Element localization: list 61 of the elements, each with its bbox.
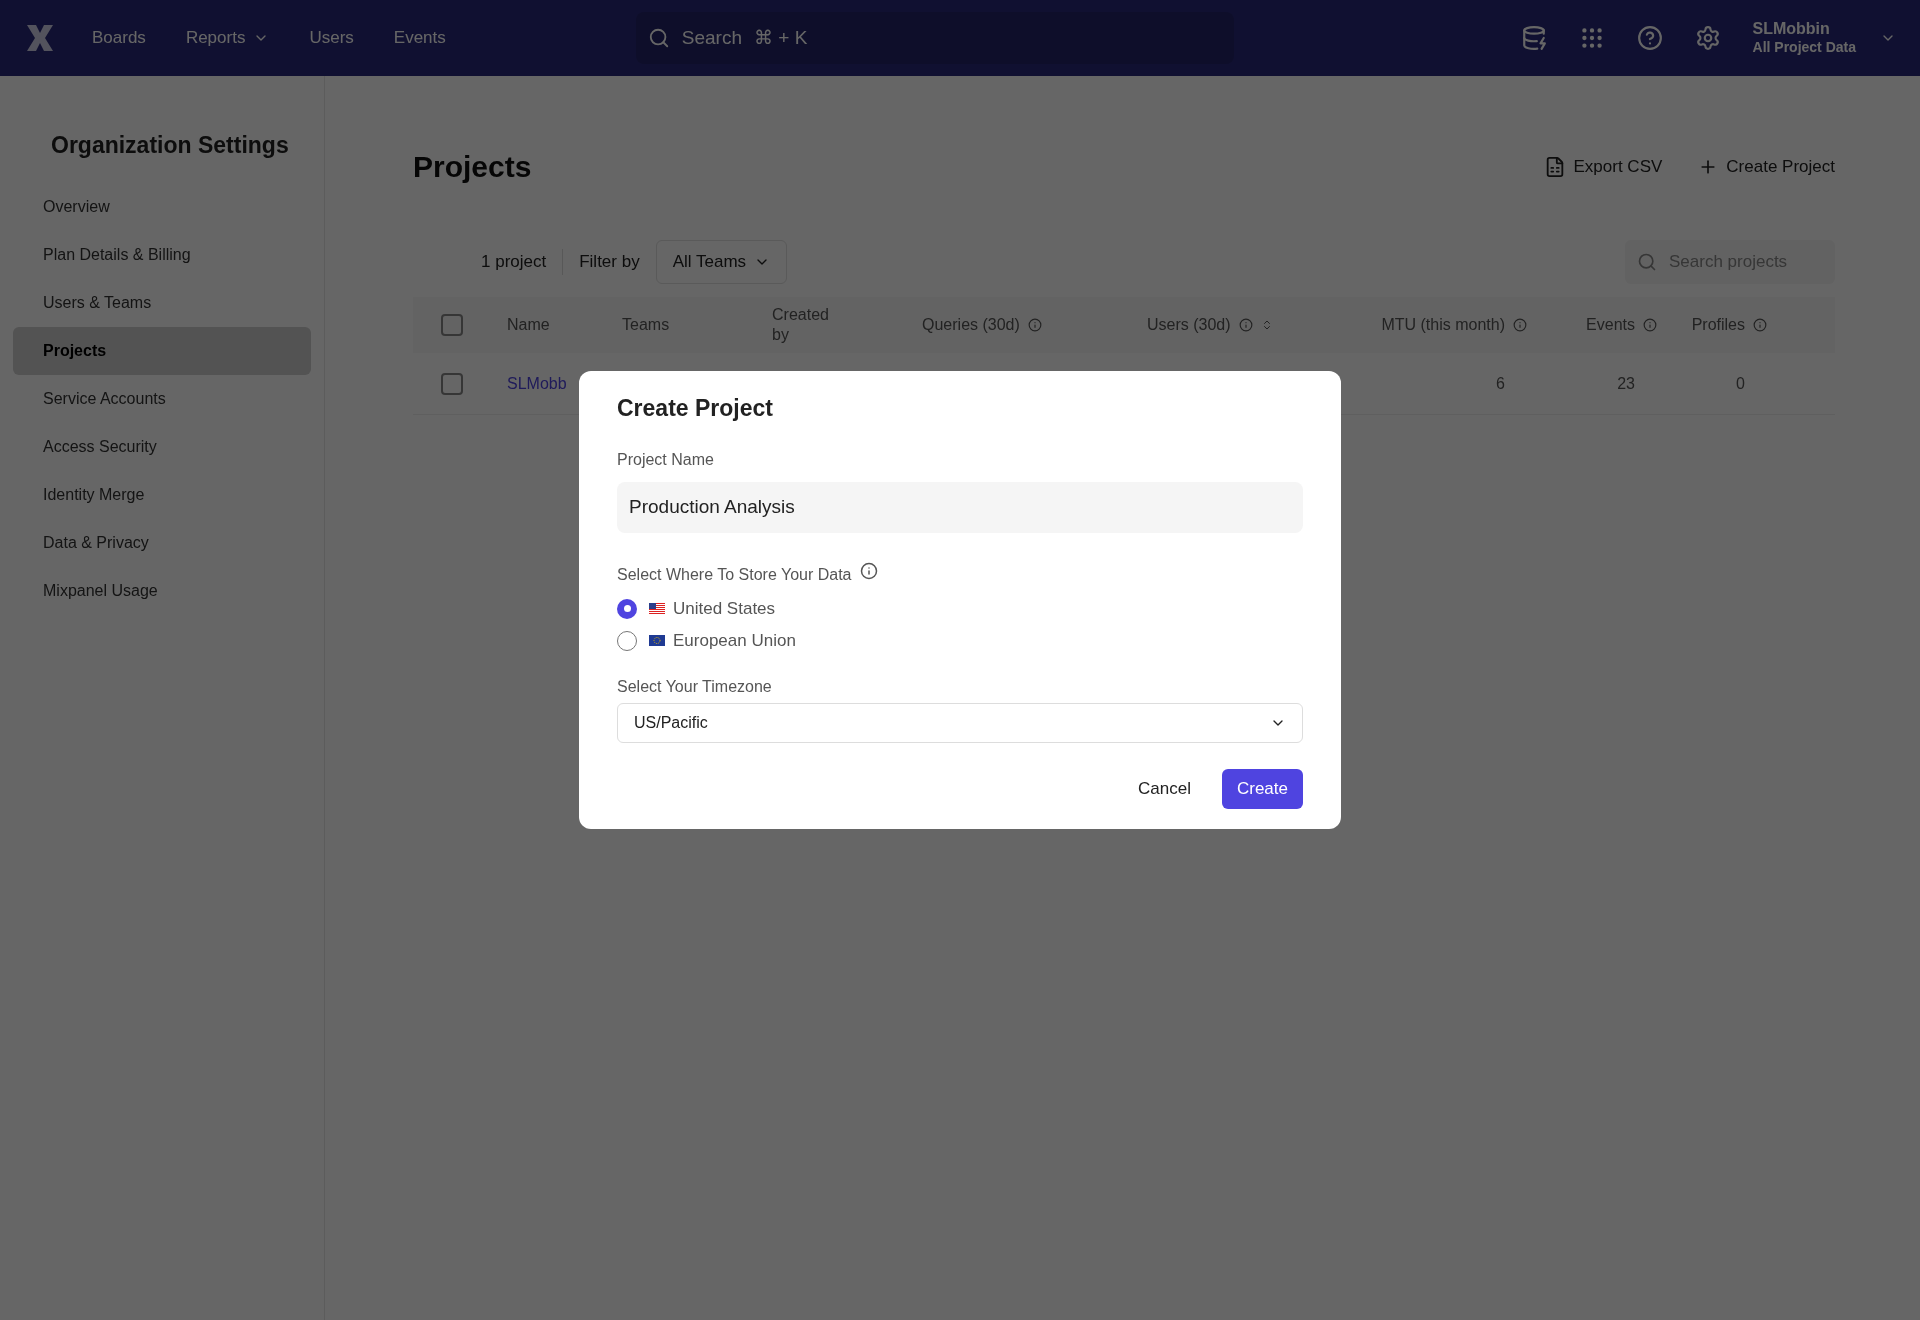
- sidebar-item[interactable]: Data & Privacy: [13, 518, 311, 567]
- logo-icon: [24, 22, 56, 54]
- sidebar-item[interactable]: Overview: [13, 182, 311, 231]
- sidebar-item[interactable]: Identity Merge: [13, 470, 311, 519]
- field-label: Select Where To Store Your Data: [617, 564, 852, 585]
- info-icon: [1513, 318, 1527, 332]
- project-link[interactable]: SLMobb: [507, 371, 567, 396]
- info-icon: [1643, 318, 1657, 332]
- project-name: All Project Data: [1752, 39, 1856, 57]
- table-cell-text: 23: [1617, 373, 1635, 394]
- account-name: SLMobbin: [1752, 19, 1831, 40]
- info-icon: [1027, 318, 1042, 332]
- nav-link[interactable]: Reports: [185, 25, 270, 51]
- column-header: Profiles: [1691, 315, 1745, 335]
- nav-link[interactable]: Users: [309, 25, 354, 51]
- nav-link[interactable]: Boards: [92, 25, 146, 51]
- shortcut-hint: ⌘ + K: [754, 25, 808, 50]
- radio-button[interactable]: [617, 598, 637, 619]
- project-count: 1 project: [481, 249, 564, 275]
- column-header: Teams: [622, 315, 670, 335]
- team-filter-dropdown[interactable]: All Teams: [655, 240, 788, 284]
- search-placeholder: Search: [681, 25, 742, 50]
- sidebar-title: Organization Settings: [50, 131, 290, 160]
- column-header: Name: [507, 315, 550, 335]
- search-icon: [647, 27, 670, 49]
- sidebar-item[interactable]: Plan Details & Billing: [13, 230, 311, 279]
- sidebar-item[interactable]: Mixpanel Usage: [13, 566, 311, 615]
- page-title: Projects: [413, 149, 532, 185]
- nav-link[interactable]: Events: [393, 25, 446, 51]
- create-button[interactable]: Create: [1221, 768, 1303, 809]
- column-header: MTU (this month): [1381, 315, 1505, 335]
- create-project-button[interactable]: Create Project: [1698, 153, 1835, 180]
- sidebar-item[interactable]: Users & Teams: [13, 278, 311, 327]
- info-icon: [1238, 318, 1253, 332]
- search-icon: [1637, 252, 1657, 272]
- radio-label: United States: [673, 597, 776, 620]
- dialog-title: Create Project: [617, 394, 774, 423]
- help-icon[interactable]: [1636, 25, 1663, 51]
- column-header: Users (30d): [1147, 315, 1231, 335]
- sidebar-item[interactable]: Access Security: [13, 422, 311, 471]
- project-name-input[interactable]: Production Analysis: [617, 481, 1303, 533]
- field-label: Project Name: [617, 449, 715, 470]
- export-csv-button[interactable]: Export CSV: [1543, 153, 1663, 180]
- filter-label: Filter by: [579, 251, 640, 274]
- settings-icon[interactable]: [1694, 25, 1721, 51]
- search-field[interactable]: Search ⌘ + K: [635, 12, 1234, 64]
- timezone-select[interactable]: US/Pacific: [617, 702, 1303, 743]
- column-header: Created by: [772, 305, 830, 345]
- column-header: Queries (30d): [922, 315, 1020, 335]
- sidebar-item[interactable]: Projects: [13, 326, 311, 375]
- table-cell-text: 6: [1496, 373, 1505, 394]
- info-icon: [1753, 318, 1767, 332]
- field-label: Select Your Timezone: [617, 676, 773, 697]
- column-header: Events: [1586, 315, 1635, 335]
- info-icon: [859, 561, 878, 580]
- select-all-checkbox[interactable]: [441, 314, 463, 336]
- sidebar-item[interactable]: Service Accounts: [13, 374, 311, 423]
- cancel-button[interactable]: Cancel: [1123, 768, 1206, 809]
- row-checkbox[interactable]: [441, 372, 463, 395]
- table-cell-text: 0: [1736, 373, 1745, 394]
- radio-label: European Union: [673, 629, 796, 652]
